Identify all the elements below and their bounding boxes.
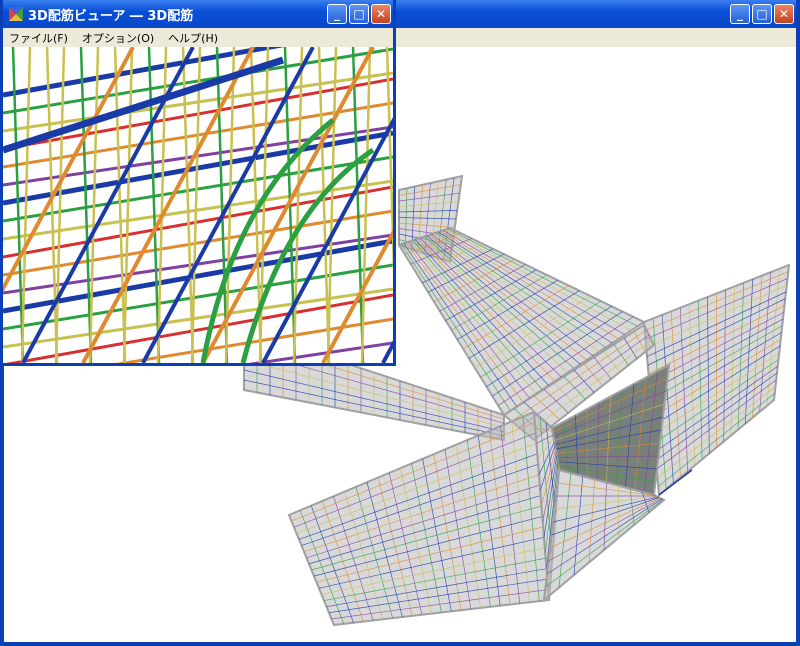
rebar-vertical: [351, 47, 365, 363]
menu-help[interactable]: ヘルプ(H): [168, 30, 218, 46]
menu-options[interactable]: オプション(O): [82, 30, 154, 46]
rebar-vertical: [326, 47, 338, 363]
close-button[interactable]: ✕: [371, 4, 391, 24]
window-title: 3D配筋ビューア ― 3D配筋: [28, 8, 194, 24]
minimize-button[interactable]: _: [327, 4, 347, 24]
viewer-window: 3D配筋ビューア ― 3D配筋 _ □ ✕ ファイル(F) オプション(O) ヘ…: [0, 0, 396, 366]
maximize-button[interactable]: □: [752, 4, 772, 24]
rebar-vertical: [190, 47, 202, 363]
rebar-vertical: [147, 47, 161, 363]
rebar-vertical: [20, 47, 32, 363]
rebar-vertical: [360, 47, 372, 363]
rebar-vertical: [54, 47, 66, 363]
minimize-button[interactable]: _: [730, 4, 750, 24]
rebar-closeup-viewport[interactable]: [3, 47, 393, 363]
app-icon: [9, 7, 23, 21]
close-button[interactable]: ✕: [774, 4, 794, 24]
menubar: ファイル(F) オプション(O) ヘルプ(H): [3, 28, 393, 47]
rebar-vertical: [317, 47, 331, 363]
viewer-window-titlebar[interactable]: 3D配筋ビューア ― 3D配筋 _ □ ✕: [3, 0, 393, 28]
maximize-button[interactable]: □: [349, 4, 369, 24]
rebar-vertical: [385, 47, 393, 277]
menu-file[interactable]: ファイル(F): [9, 30, 68, 46]
